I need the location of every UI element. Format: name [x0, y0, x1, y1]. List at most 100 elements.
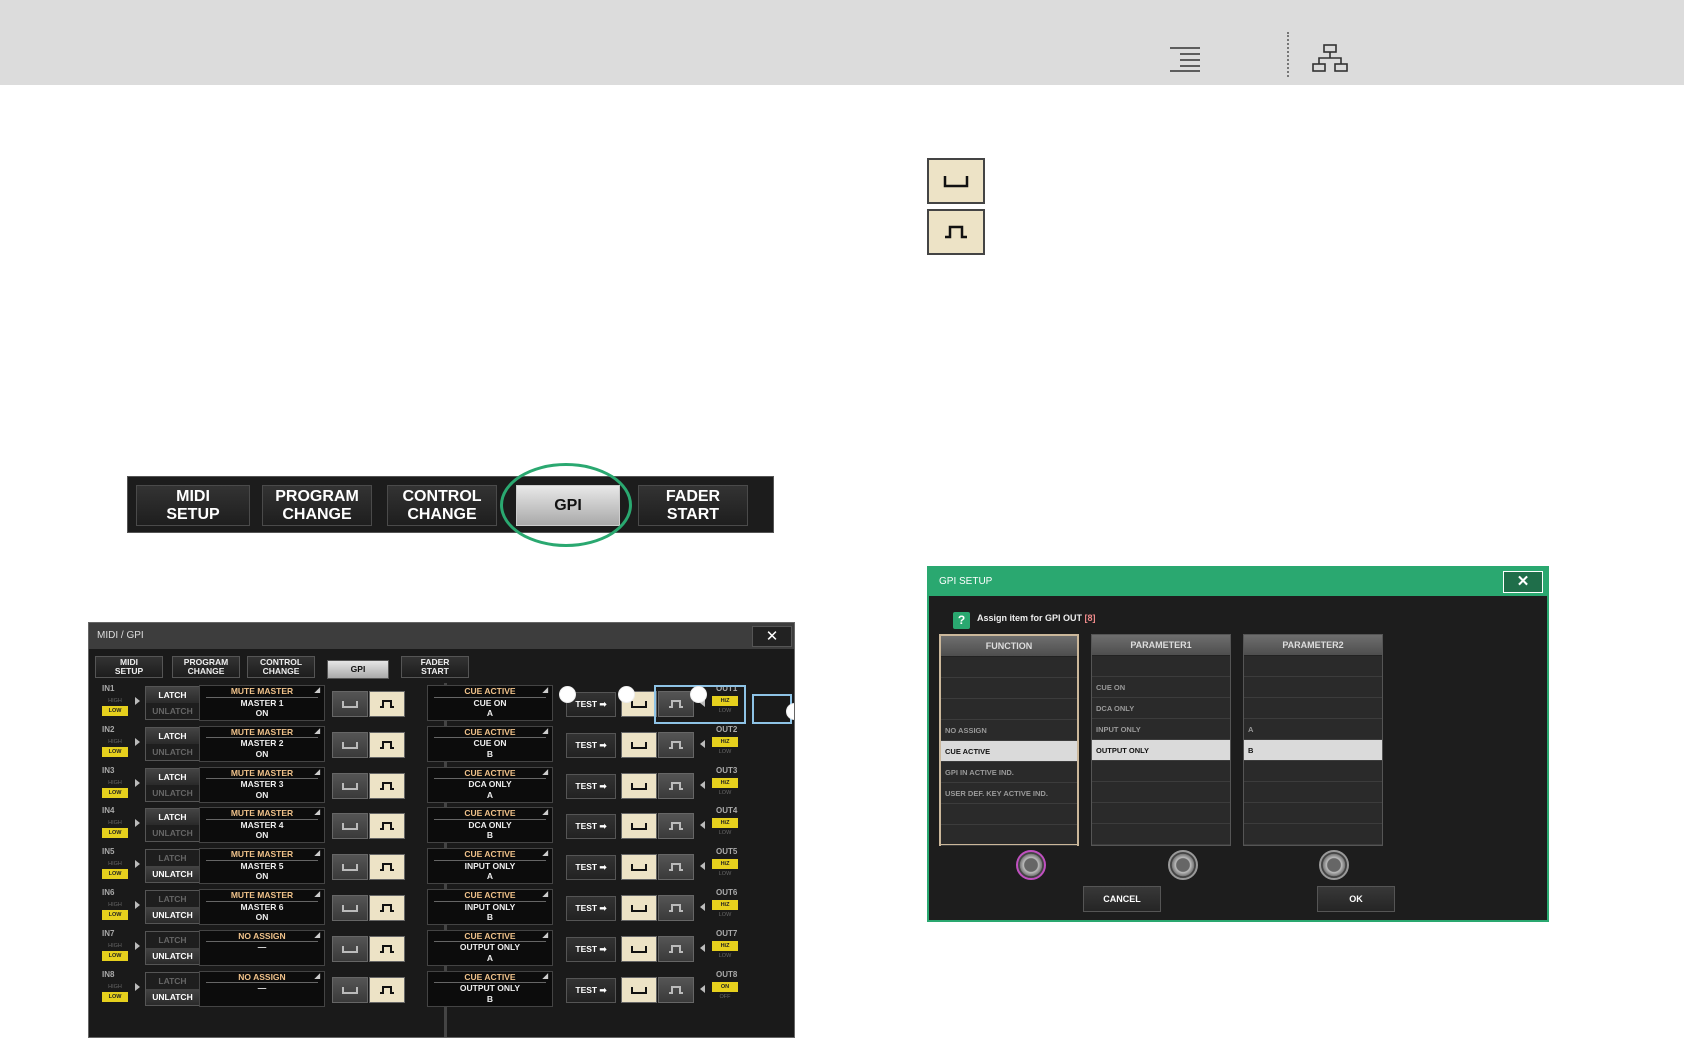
output-active-low-button[interactable]	[621, 935, 657, 962]
input-function-box[interactable]: ◢ MUTE MASTER MASTER 6 ON	[199, 889, 325, 925]
parameter1-item[interactable]: DCA ONLY	[1092, 698, 1230, 719]
output-active-high-button[interactable]	[658, 772, 694, 799]
tab-gpi[interactable]: GPI	[327, 660, 389, 679]
input-active-high-button[interactable]	[369, 895, 405, 921]
parameter1-item[interactable]	[1092, 824, 1230, 845]
latch-mode-button[interactable]: LATCH UNLATCH	[145, 849, 200, 884]
input-active-low-button[interactable]	[332, 895, 368, 921]
tab-program-change[interactable]: PROGRAM CHANGE	[172, 656, 240, 678]
latch-mode-button[interactable]: LATCH UNLATCH	[145, 971, 200, 1006]
function-item[interactable]	[941, 699, 1077, 720]
close-button[interactable]: ✕	[752, 626, 792, 647]
input-function-box[interactable]: ◢ MUTE MASTER MASTER 2 ON	[199, 725, 325, 762]
parameter1-item[interactable]	[1092, 761, 1230, 782]
function-knob[interactable]	[1016, 850, 1046, 880]
output-active-high-button[interactable]	[658, 731, 694, 758]
input-active-high-button[interactable]	[369, 731, 405, 758]
tab-fader-start[interactable]: FADER START	[638, 485, 748, 526]
output-state-indicator[interactable]: ON OFF	[712, 981, 738, 1002]
output-state-indicator[interactable]: HiZ LOW	[712, 940, 738, 961]
parameter2-item[interactable]	[1244, 698, 1382, 719]
active-low-button[interactable]	[927, 158, 985, 204]
tab-midi-setup[interactable]: MIDI SETUP	[95, 656, 163, 678]
latch-mode-button[interactable]: LATCH UNLATCH	[145, 890, 200, 924]
output-state-indicator[interactable]: HiZ LOW	[712, 859, 738, 879]
output-active-high-button[interactable]	[658, 813, 694, 840]
input-active-low-button[interactable]	[332, 854, 368, 881]
test-button[interactable]: TEST ➡	[566, 773, 616, 799]
output-function-box[interactable]: ◢ CUE ACTIVE INPUT ONLY A	[427, 848, 553, 885]
parameter2-item[interactable]	[1244, 782, 1382, 803]
parameter2-item[interactable]	[1244, 803, 1382, 824]
output-function-box[interactable]: ◢ CUE ACTIVE CUE ON A	[427, 685, 553, 721]
input-active-low-button[interactable]	[332, 691, 368, 717]
output-active-low-button[interactable]	[621, 731, 657, 758]
output-state-indicator[interactable]: HiZ LOW	[712, 736, 738, 757]
tab-control-change[interactable]: CONTROL CHANGE	[247, 656, 315, 678]
tab-control-change[interactable]: CONTROL CHANGE	[387, 485, 497, 526]
function-item[interactable]: NO ASSIGN	[941, 720, 1077, 741]
output-active-high-button[interactable]	[658, 854, 694, 881]
parameter1-item[interactable]: OUTPUT ONLY	[1092, 740, 1230, 761]
latch-mode-button[interactable]: LATCH UNLATCH	[145, 808, 200, 843]
test-button[interactable]: TEST ➡	[566, 855, 616, 881]
parameter2-knob[interactable]	[1319, 850, 1349, 880]
parameter1-list[interactable]: PARAMETER1 CUE ON DCA ONLY INPUT ONLY OUTPUT…	[1091, 634, 1231, 846]
input-active-low-button[interactable]	[332, 731, 368, 758]
close-button[interactable]: ✕	[1503, 571, 1543, 593]
parameter2-item[interactable]: B	[1244, 740, 1382, 761]
parameter1-item[interactable]	[1092, 803, 1230, 824]
output-function-box[interactable]: ◢ CUE ACTIVE DCA ONLY A	[427, 766, 553, 803]
parameter1-item[interactable]	[1092, 656, 1230, 677]
output-function-box[interactable]: ◢ CUE ACTIVE OUTPUT ONLY A	[427, 929, 553, 966]
input-active-high-button[interactable]	[369, 935, 405, 962]
test-button[interactable]: TEST ➡	[566, 814, 616, 840]
output-function-box[interactable]: ◢ CUE ACTIVE INPUT ONLY B	[427, 889, 553, 925]
function-item[interactable]: CUE ACTIVE	[941, 741, 1077, 762]
output-function-box[interactable]: ◢ CUE ACTIVE DCA ONLY B	[427, 807, 553, 844]
output-active-low-button[interactable]	[621, 976, 657, 1003]
parameter2-list[interactable]: PARAMETER2 A B	[1243, 634, 1383, 846]
latch-mode-button[interactable]: LATCH UNLATCH	[145, 767, 200, 802]
input-active-high-button[interactable]	[369, 813, 405, 840]
function-item[interactable]	[941, 804, 1077, 825]
input-active-high-button[interactable]	[369, 976, 405, 1003]
output-active-high-button[interactable]	[658, 935, 694, 962]
ok-button[interactable]: OK	[1317, 886, 1395, 912]
input-function-box[interactable]: ◢ MUTE MASTER MASTER 3 ON	[199, 766, 325, 803]
output-state-indicator[interactable]: HiZ LOW	[712, 777, 738, 798]
output-active-low-button[interactable]	[621, 772, 657, 799]
output-active-low-button[interactable]	[621, 854, 657, 881]
function-item[interactable]	[941, 678, 1077, 699]
function-item[interactable]: GPI IN ACTIVE IND.	[941, 762, 1077, 783]
parameter1-item[interactable]: INPUT ONLY	[1092, 719, 1230, 740]
latch-mode-button[interactable]: LATCH UNLATCH	[145, 930, 200, 965]
output-active-low-button[interactable]	[621, 895, 657, 921]
sitemap-icon[interactable]	[1312, 44, 1348, 72]
output-function-box[interactable]: ◢ CUE ACTIVE OUTPUT ONLY B	[427, 970, 553, 1007]
input-function-box[interactable]: ◢ MUTE MASTER MASTER 1 ON	[199, 685, 325, 721]
function-item[interactable]: USER DEF. KEY ACTIVE IND.	[941, 783, 1077, 804]
output-active-low-button[interactable]	[621, 813, 657, 840]
parameter1-knob[interactable]	[1168, 850, 1198, 880]
output-active-high-button[interactable]	[658, 895, 694, 921]
parameter2-item[interactable]	[1244, 761, 1382, 782]
output-function-box[interactable]: ◢ CUE ACTIVE CUE ON B	[427, 725, 553, 762]
input-active-high-button[interactable]	[369, 691, 405, 717]
input-function-box[interactable]: ◢ MUTE MASTER MASTER 5 ON	[199, 848, 325, 885]
test-button[interactable]: TEST ➡	[566, 936, 616, 962]
input-active-low-button[interactable]	[332, 935, 368, 962]
parameter2-item[interactable]: A	[1244, 719, 1382, 740]
input-active-high-button[interactable]	[369, 854, 405, 881]
tab-program-change[interactable]: PROGRAM CHANGE	[262, 485, 372, 526]
latch-mode-button[interactable]: LATCH UNLATCH	[145, 726, 200, 761]
parameter1-item[interactable]	[1092, 782, 1230, 803]
parameter1-item[interactable]: CUE ON	[1092, 677, 1230, 698]
input-function-box[interactable]: ◢ MUTE MASTER MASTER 4 ON	[199, 807, 325, 844]
test-button[interactable]: TEST ➡	[566, 732, 616, 758]
function-list[interactable]: FUNCTION NO ASSIGN CUE ACTIVE GPI IN ACTIVE…	[939, 634, 1079, 846]
parameter2-item[interactable]	[1244, 656, 1382, 677]
help-icon[interactable]: ?	[953, 612, 970, 629]
input-function-box[interactable]: ◢ NO ASSIGN —	[199, 970, 325, 1007]
output-state-indicator[interactable]: HiZ LOW	[712, 818, 738, 838]
